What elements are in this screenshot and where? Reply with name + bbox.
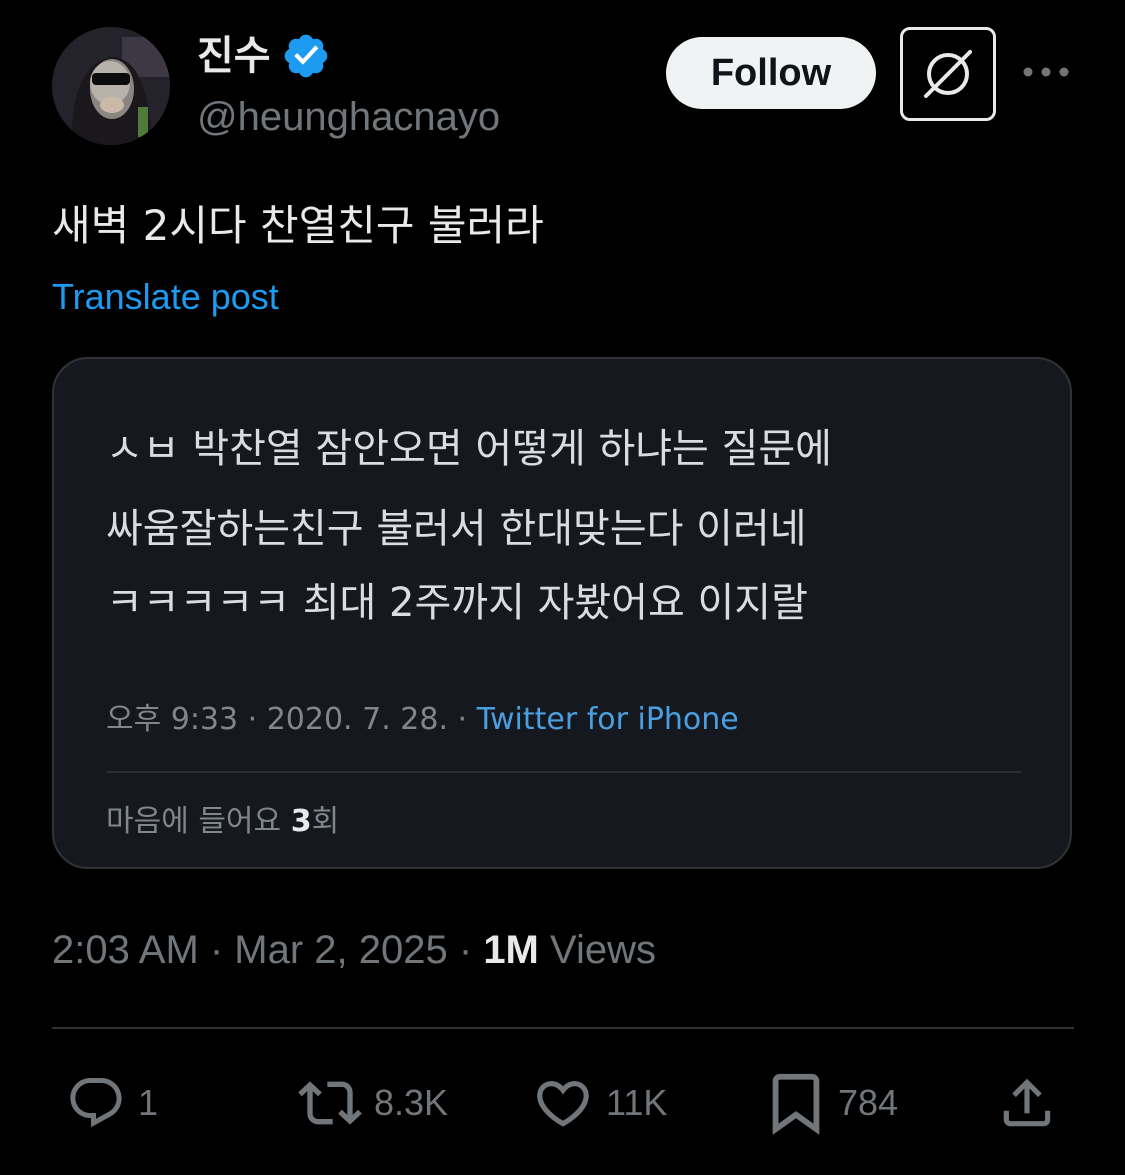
media-likes-suffix: 회 [311,804,340,839]
bookmark-button[interactable]: 784 [766,1068,898,1138]
post-text: 새벽 2시다 찬열친구 불러라 [52,201,544,250]
like-count: 11K [606,1082,668,1123]
follow-button[interactable]: Follow [666,37,876,109]
media-likes-count: 3 [290,804,312,839]
media-text-line-2: 싸움잘하는친구 불러서 한대맞는다 이러네 [106,506,807,552]
media-divider [106,771,1022,773]
media-meta-source: Twitter for iPhone [476,702,739,737]
media-likes-prefix: 마음에 들어요 [106,804,291,839]
grok-button[interactable] [900,27,996,121]
reply-icon [70,1078,122,1128]
reply-count: 1 [138,1082,159,1123]
bookmark-icon [772,1073,820,1135]
verified-badge-icon[interactable] [281,31,331,81]
author-display-name-row[interactable]: 진수 [197,28,331,84]
divider [52,1027,1074,1029]
translate-post-link[interactable]: Translate post [52,274,279,320]
post-timestamp[interactable]: 2:03 AM · Mar 2, 2025 · [52,928,483,972]
views-label: Views [538,928,656,972]
share-icon [1003,1078,1051,1127]
avatar-image [52,27,170,145]
more-icon [1023,67,1069,77]
author-display-name[interactable]: 진수 [197,28,271,84]
repost-count: 8.3K [374,1082,449,1123]
media-likes: 마음에 들어요 3회 [106,799,339,845]
tweet-detail: 진수 @heunghacnayo Follow 새벽 2시다 찬열친구 불러라 … [0,0,1125,1175]
post-media-image[interactable]: ㅅㅂ 박찬열 잠안오면 어떻게 하냐는 질문에 싸움잘하는친구 불러서 한대맞는… [52,357,1072,869]
author-handle[interactable]: @heunghacnayo [197,92,500,142]
avatar[interactable] [52,27,170,145]
views-count: 1M [483,928,539,972]
repost-button[interactable]: 8.3K [298,1068,448,1138]
grok-icon [924,50,972,98]
like-button[interactable]: 11K [532,1068,667,1138]
repost-icon [298,1081,362,1125]
bookmark-count: 784 [838,1082,899,1123]
more-button[interactable] [1018,48,1074,96]
media-meta: 오후 9:33 · 2020. 7. 28. · Twitter for iPh… [106,697,739,743]
share-button[interactable] [996,1068,1058,1138]
reply-button[interactable]: 1 [66,1068,158,1138]
media-text-line-1: ㅅㅂ 박찬열 잠안오면 어떻게 하냐는 질문에 [106,426,832,472]
post-meta-row: 2:03 AM · Mar 2, 2025 · 1M Views [52,922,656,978]
media-text-line-3: ㅋㅋㅋㅋㅋ 최대 2주까지 자봤어요 이지랄 [106,580,808,626]
media-meta-time: 오후 9:33 · 2020. 7. 28. · [106,702,477,737]
heart-icon [537,1081,589,1127]
